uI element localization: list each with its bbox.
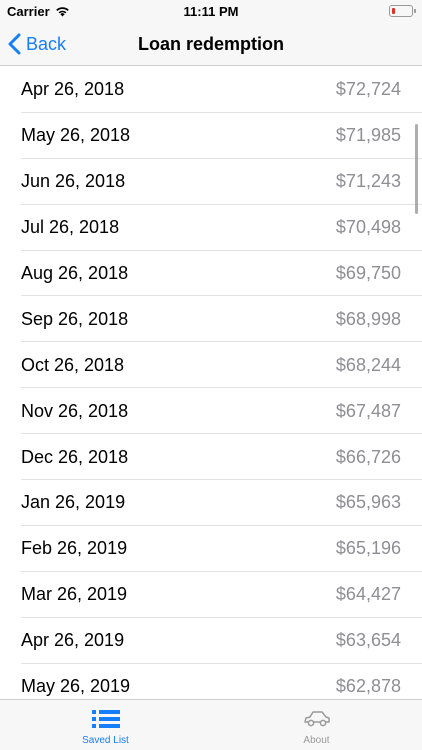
list-item[interactable]: Oct 26, 2018 $68,244 [0, 342, 422, 389]
row-date: Jan 26, 2019 [21, 492, 126, 513]
scroll-indicator[interactable] [415, 124, 418, 214]
row-amount: $63,654 [335, 630, 401, 651]
row-date: Sep 26, 2018 [21, 308, 129, 329]
status-bar: Carrier 11:11 PM [0, 0, 422, 22]
list-item[interactable]: May 26, 2019 $62,878 [0, 664, 422, 699]
list-item[interactable]: Feb 26, 2019 $65,196 [0, 526, 422, 572]
list-item[interactable]: May 26, 2018 $71,985 [0, 113, 422, 159]
list-item[interactable]: Sep 26, 2018 $68,998 [0, 296, 422, 343]
row-date: Feb 26, 2019 [21, 538, 128, 559]
row-date: May 26, 2018 [21, 125, 131, 146]
tab-bar: Saved List About [0, 699, 422, 750]
back-label: Back [26, 33, 67, 54]
list-item[interactable]: Dec 26, 2018 $66,726 [0, 434, 422, 480]
row-amount: $68,244 [335, 354, 401, 375]
row-date: Aug 26, 2018 [21, 263, 129, 283]
list-item[interactable]: Mar 26, 2019 $64,427 [0, 572, 422, 618]
tab-saved-list[interactable]: Saved List [0, 700, 211, 750]
row-date: Jun 26, 2018 [21, 171, 126, 192]
tab-label: Saved List [82, 735, 129, 746]
row-amount: $71,243 [335, 171, 401, 192]
navigation-bar: Back Loan redemption [0, 22, 422, 66]
row-amount: $67,487 [335, 400, 401, 421]
battery-icon [389, 5, 416, 17]
row-amount: $72,724 [335, 79, 401, 100]
redemption-list[interactable]: Apr 26, 2018 $72,724 May 26, 2018 $71,98… [0, 67, 422, 699]
row-date: May 26, 2019 [21, 676, 131, 697]
tab-label: About [303, 735, 330, 746]
row-amount: $65,963 [335, 492, 401, 513]
row-date: Apr 26, 2018 [21, 79, 125, 100]
row-amount: $71,985 [335, 125, 401, 146]
back-button[interactable]: Back [8, 22, 66, 66]
app-screen: Carrier 11:11 PM Back Loan redemption Ap… [0, 0, 422, 750]
row-date: Apr 26, 2019 [21, 630, 125, 651]
tab-about[interactable]: About [211, 700, 422, 750]
row-date: Jul 26, 2018 [21, 217, 120, 238]
battery-level [392, 8, 395, 14]
row-amount: $68,998 [335, 308, 401, 329]
row-date: Dec 26, 2018 [21, 446, 129, 467]
list-icon [91, 710, 120, 728]
chevron-left-icon [8, 33, 21, 55]
list-item[interactable]: Apr 26, 2018 $72,724 [0, 67, 422, 113]
list-item[interactable]: Jun 26, 2018 $71,243 [0, 159, 422, 205]
row-amount: $70,498 [335, 217, 401, 238]
row-amount: $69,750 [335, 263, 401, 283]
status-time: 11:11 PM [183, 4, 239, 19]
list-item[interactable]: Nov 26, 2018 $67,487 [0, 388, 422, 435]
list-item[interactable]: Jul 26, 2018 $70,498 [0, 205, 422, 251]
row-amount: $62,878 [335, 676, 401, 697]
row-amount: $66,726 [335, 446, 401, 467]
car-icon [303, 711, 330, 727]
list-item[interactable]: Apr 26, 2019 $63,654 [0, 618, 422, 664]
row-date: Nov 26, 2018 [21, 400, 129, 421]
list-item[interactable]: Jan 26, 2019 $65,963 [0, 480, 422, 526]
row-date: Mar 26, 2019 [21, 584, 128, 605]
row-amount: $65,196 [335, 538, 401, 559]
row-date: Oct 26, 2018 [21, 354, 125, 375]
row-amount: $64,427 [335, 584, 401, 605]
list-item[interactable]: Aug 26, 2018 $69,750 [0, 251, 422, 297]
